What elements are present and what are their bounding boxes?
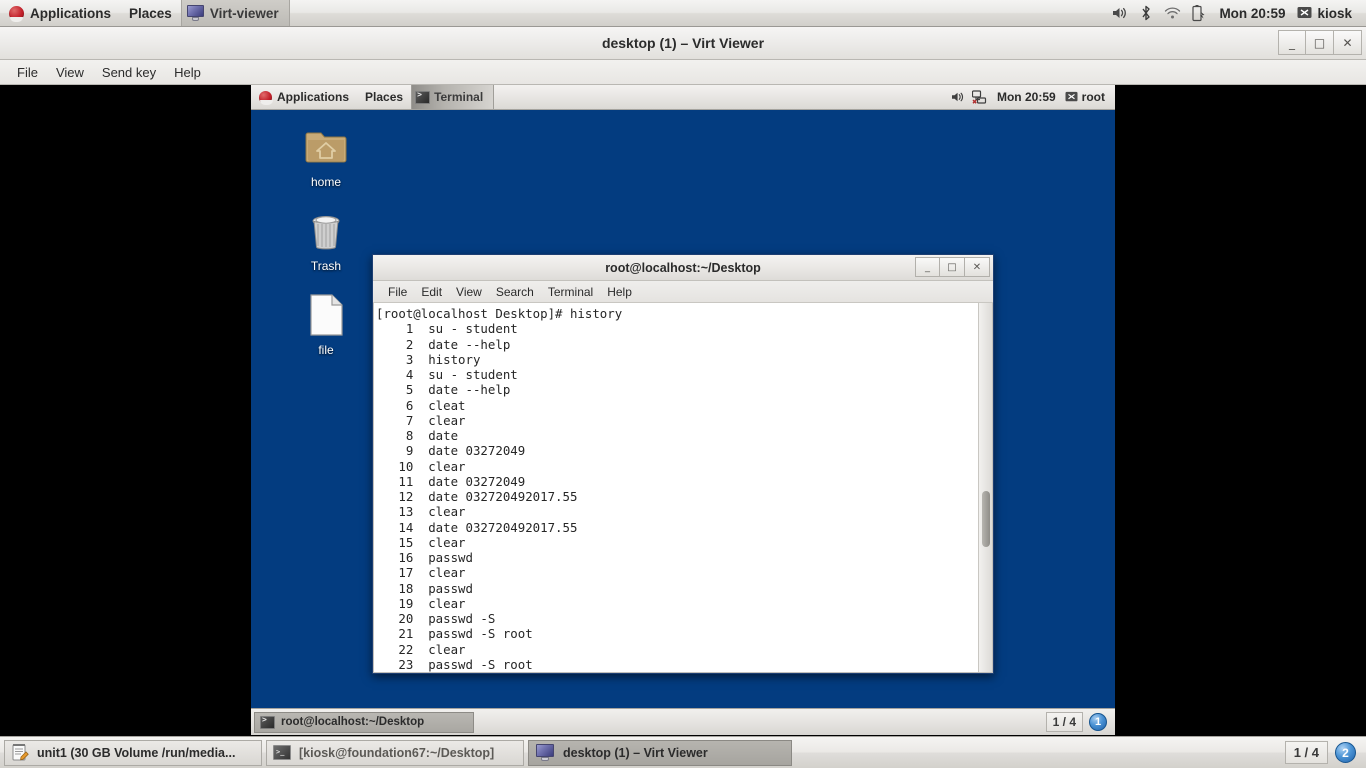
taskbar-item-kiosk-terminal[interactable]: [kiosk@foundation67:~/Desktop] [266,739,524,766]
minimize-button[interactable]: _ [1278,30,1306,55]
terminal-menubar: File Edit View Search Terminal Help [373,281,993,303]
terminal-close-button[interactable]: ✕ [965,257,990,277]
host-window-button-label: Virt-viewer [209,5,279,21]
virt-viewer-window-controls: _ □ ✕ [1278,30,1362,55]
host-user-label: kiosk [1317,5,1352,21]
desktop-icon-label: Trash [310,259,342,273]
guest-workspace-switcher[interactable]: 1 / 4 1 [1045,712,1112,732]
redhat-icon [259,90,273,105]
guest-applications-menu[interactable]: Applications [251,85,357,109]
maximize-button[interactable]: □ [1306,30,1334,55]
guest-desktop: Applications Places Terminal [251,85,1115,735]
terminal-titlebar[interactable]: root@localhost:~/Desktop _ □ ✕ [373,255,993,281]
host-panel-left: Applications Places Virt-viewer [0,0,290,26]
host-applications-label: Applications [30,5,112,21]
host-top-panel: Applications Places Virt-viewer Mon 20:5… [0,0,1366,27]
guest-taskbar-item-terminal[interactable]: root@localhost:~/Desktop [254,711,474,733]
guest-user-label: root [1081,90,1105,104]
close-button[interactable]: ✕ [1334,30,1362,55]
terminal-icon [260,715,275,729]
guest-taskbar-item-label: root@localhost:~/Desktop [281,716,425,728]
host-places-menu[interactable]: Places [120,0,181,26]
battery-icon[interactable] [1185,0,1211,27]
taskbar-item-virt-viewer[interactable]: desktop (1) – Virt Viewer [528,739,792,766]
terminal-minimize-button[interactable]: _ [915,257,940,277]
guest-taskbar: root@localhost:~/Desktop 1 / 4 1 [251,708,1115,735]
terminal-menu-help[interactable]: Help [600,283,639,301]
terminal-menu-terminal[interactable]: Terminal [541,283,600,301]
taskbar-item-label: [kiosk@foundation67:~/Desktop] [299,745,495,760]
desktop-icon-label: file [318,343,334,357]
taskbar-item-unit1[interactable]: unit1 (30 GB Volume /run/media... [4,739,262,766]
host-panel-tray: Mon 20:59 kiosk [1107,0,1366,27]
guest-clock[interactable]: Mon 20:59 [991,90,1062,104]
menu-file[interactable]: File [8,62,47,83]
terminal-scrollbar[interactable] [978,303,992,672]
virt-viewer-canvas[interactable]: Applications Places Terminal [0,85,1366,735]
terminal-window: root@localhost:~/Desktop _ □ ✕ File Edit… [372,254,994,674]
guest-panel-tray: Mon 20:59 root [947,85,1115,110]
virt-viewer-titlebar[interactable]: desktop (1) – Virt Viewer _ □ ✕ [0,27,1366,60]
terminal-maximize-button[interactable]: □ [940,257,965,277]
folder-home-icon [302,123,350,171]
virt-viewer-menubar: File View Send key Help [0,60,1366,85]
desktop-icon-home[interactable]: home [251,119,401,189]
terminal-body[interactable]: [root@localhost Desktop]# history 1 su -… [373,303,993,673]
guest-applications-label: Applications [277,90,350,104]
redhat-icon [9,5,24,22]
network-disconnected-icon[interactable] [969,85,991,110]
document-icon [302,291,350,339]
terminal-menu-search[interactable]: Search [489,283,541,301]
virt-viewer-window: desktop (1) – Virt Viewer _ □ ✕ File Vie… [0,27,1366,736]
host-user-menu[interactable]: kiosk [1293,6,1360,21]
terminal-menu-file[interactable]: File [381,283,414,301]
taskbar-item-label: unit1 (30 GB Volume /run/media... [37,745,236,760]
guest-places-menu[interactable]: Places [357,85,411,109]
terminal-frame: root@localhost:~/Desktop _ □ ✕ File Edit… [372,254,994,674]
virt-viewer-title: desktop (1) – Virt Viewer [601,35,765,51]
user-status-icon [1065,91,1078,102]
host-clock[interactable]: Mon 20:59 [1211,6,1293,21]
guest-places-label: Places [365,90,404,104]
volume-icon[interactable] [1107,0,1133,27]
trash-icon [302,207,350,255]
guest-window-button-label: Terminal [434,90,484,104]
monitor-icon [535,744,555,761]
host-workspace-indicator[interactable]: 2 [1335,742,1356,763]
screen-root: Applications Places Virt-viewer Mon 20:5… [0,0,1366,768]
wifi-icon[interactable] [1159,0,1185,27]
host-taskbar: unit1 (30 GB Volume /run/media... [kiosk… [0,736,1366,768]
terminal-icon [415,90,431,104]
guest-top-panel: Applications Places Terminal [251,85,1115,110]
terminal-window-controls: _ □ ✕ [915,257,990,277]
terminal-output: [root@localhost Desktop]# history 1 su -… [376,306,623,672]
host-applications-menu[interactable]: Applications [0,0,120,26]
host-window-button-virt-viewer[interactable]: Virt-viewer [180,0,290,26]
guest-workspace-indicator[interactable]: 1 [1089,713,1107,731]
host-workspace-label: 1 / 4 [1284,741,1328,764]
guest-workspace-label: 1 / 4 [1045,712,1083,732]
gedit-icon [11,743,29,762]
host-workspace-switcher[interactable]: 1 / 4 2 [1284,741,1362,764]
user-status-icon [1297,7,1312,18]
terminal-scrollbar-thumb[interactable] [982,491,990,547]
menu-send-key[interactable]: Send key [93,62,165,83]
menu-help[interactable]: Help [165,62,210,83]
terminal-menu-view[interactable]: View [449,283,489,301]
bluetooth-icon[interactable] [1133,0,1159,27]
menu-view[interactable]: View [47,62,93,83]
taskbar-item-label: desktop (1) – Virt Viewer [563,745,708,760]
guest-user-menu[interactable]: root [1062,90,1111,104]
desktop-icon-label: home [310,175,342,189]
terminal-icon [273,745,291,760]
terminal-title: root@localhost:~/Desktop [605,260,761,275]
terminal-menu-edit[interactable]: Edit [414,283,449,301]
volume-icon[interactable] [947,85,969,110]
host-places-label: Places [129,5,172,21]
monitor-icon [186,5,205,21]
guest-window-button-terminal[interactable]: Terminal [411,85,495,109]
